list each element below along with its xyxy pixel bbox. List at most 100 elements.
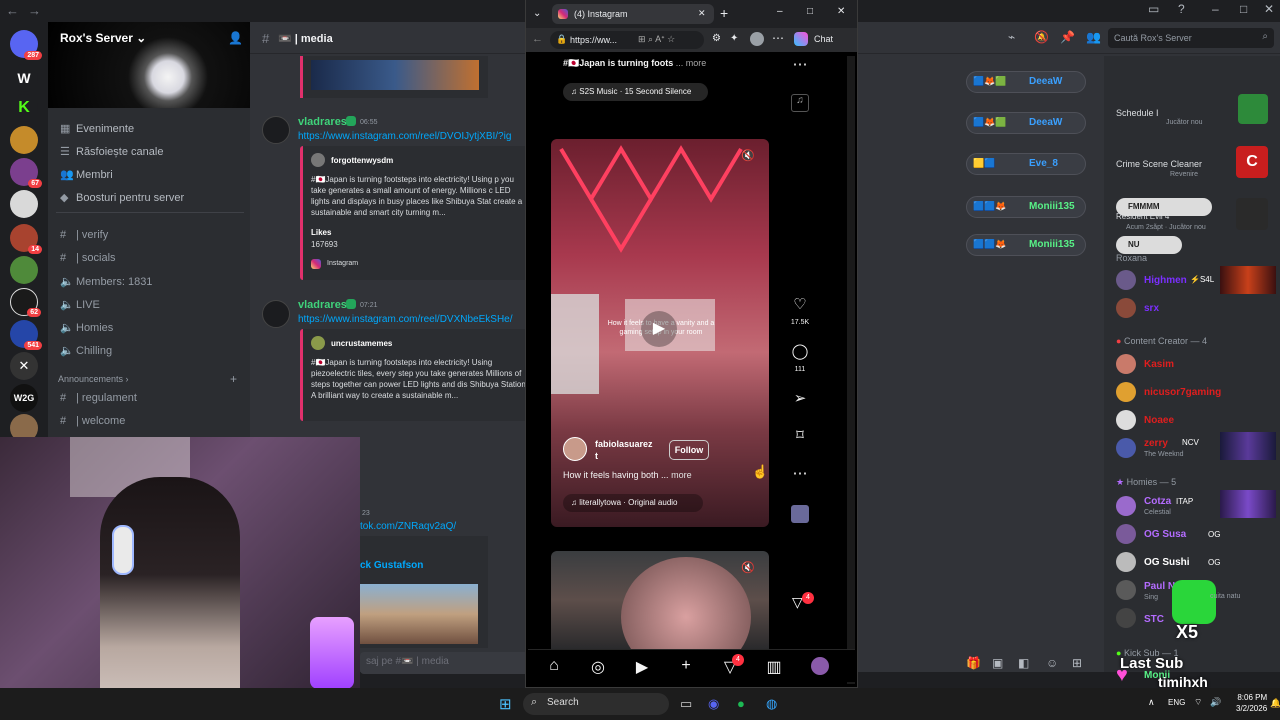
language-indicator[interactable]: ENG <box>1168 698 1185 707</box>
avatar[interactable] <box>1116 608 1136 628</box>
explore-icon[interactable]: ◎ <box>587 657 609 677</box>
add-channel-icon[interactable]: + <box>230 372 237 386</box>
new-tab-icon[interactable]: + <box>720 5 728 21</box>
avatar[interactable] <box>1116 580 1136 600</box>
audio-chip[interactable]: ♫ S2S Music · 15 Second Silence <box>563 83 708 101</box>
menu-members[interactable]: 👥 Membri <box>60 168 113 181</box>
discord-home-icon[interactable]: 287 <box>10 30 42 60</box>
avatar[interactable] <box>1116 552 1136 572</box>
member-name[interactable]: OG Susa <box>1144 529 1186 540</box>
embed-title[interactable]: ck Gustafson <box>360 560 423 571</box>
follow-button[interactable]: Follow <box>669 440 709 460</box>
reel-video-next[interactable]: 🔇 <box>551 551 769 649</box>
member-name[interactable]: Highmen <box>1144 275 1187 286</box>
member-name[interactable]: OG Sushi <box>1144 557 1190 568</box>
reel-username[interactable]: fabiolasuarez <box>595 439 653 449</box>
pin-icon[interactable]: 📌 <box>1060 30 1075 44</box>
member-list-icon[interactable]: 👥 <box>1086 30 1101 44</box>
server-icon-w2g[interactable]: W2G <box>10 384 38 412</box>
profile-avatar[interactable] <box>811 657 829 675</box>
file-explorer-icon[interactable]: ▭ <box>680 696 692 712</box>
create-icon[interactable]: + <box>675 657 697 675</box>
stats-icon[interactable]: ▥ <box>763 657 785 677</box>
avatar[interactable] <box>563 437 587 461</box>
forward-icon[interactable]: → <box>28 3 41 18</box>
embed-author[interactable]: uncrustamemes <box>331 339 392 348</box>
message-author[interactable]: vladrares <box>298 299 347 311</box>
avatar[interactable] <box>1116 354 1136 374</box>
mute-icon[interactable]: 🔕 <box>1034 30 1049 44</box>
message-link[interactable]: https://www.instagram.com/reel/DVOIJytjX… <box>298 131 526 142</box>
spotify-icon[interactable]: ● <box>737 696 745 711</box>
avatar[interactable] <box>1116 438 1136 458</box>
server-icon[interactable] <box>10 126 38 154</box>
embed-author[interactable]: forgottenwysdm <box>331 156 393 165</box>
menu-browse-channels[interactable]: ☰ Răsfoiește canale <box>60 145 163 158</box>
close-icon[interactable]: ✕ <box>837 6 845 17</box>
minimize-icon[interactable]: – <box>777 6 783 17</box>
server-icon[interactable]: 541 <box>10 320 42 350</box>
voice-user-pill[interactable]: 🟦🟦🦊 Moniii135 <box>966 196 1086 218</box>
avatar[interactable] <box>1116 298 1136 318</box>
voice-user-pill[interactable]: 🟦🦊🟩 DeeaW <box>966 112 1086 134</box>
server-icon[interactable]: 62 <box>10 288 41 317</box>
edge-icon[interactable]: ◍ <box>766 696 777 712</box>
avatar[interactable] <box>1116 410 1136 430</box>
clock[interactable]: 8:06 PM 3/2/2026 <box>1236 692 1267 714</box>
address-bar[interactable]: 🔒 https://ww... ⊞ ⌕ Aᐩ ☆ <box>550 31 704 49</box>
notifications-button[interactable]: ▽ 4 <box>790 592 814 614</box>
wifi-icon[interactable]: ⌔ <box>1194 697 1202 708</box>
server-icon[interactable]: 67 <box>10 158 42 188</box>
channel-homies[interactable]: 🔈 Homies <box>60 321 113 334</box>
notification-icon[interactable]: 🔔 <box>1270 698 1280 709</box>
voice-user-pill[interactable]: 🟦🟦🦊 Moniii135 <box>966 234 1086 256</box>
audio-thumb-icon[interactable]: ♫ <box>791 94 809 112</box>
add-member-icon[interactable]: 👤 <box>228 31 243 45</box>
message-link[interactable]: https://www.instagram.com/reel/DVXNbeEkS… <box>298 314 526 325</box>
tray-chevron-icon[interactable]: ∧ <box>1148 697 1155 708</box>
copilot-extension-icon[interactable]: ✦ <box>730 33 738 44</box>
server-icon-x[interactable]: ✕ <box>10 352 38 380</box>
tab-close-icon[interactable]: ✕ <box>698 8 706 19</box>
emoji-icon[interactable]: ☺ <box>1046 656 1058 670</box>
avatar[interactable] <box>1116 496 1136 516</box>
reel-video[interactable]: How it feels to have a vanity and a gami… <box>551 139 769 527</box>
profile-icon[interactable] <box>750 32 764 46</box>
member-name[interactable]: nicusor7gaming <box>1144 387 1221 398</box>
voice-user-pill[interactable]: 🟨🟦 Eve_8 <box>966 153 1086 175</box>
discord-taskbar-icon[interactable]: ◉ <box>708 696 719 712</box>
avatar[interactable] <box>262 116 290 144</box>
back-icon[interactable]: ← <box>6 3 19 18</box>
back-icon[interactable]: ← <box>532 33 543 45</box>
category-announcements[interactable]: Announcements › <box>58 374 129 384</box>
copilot-icon[interactable] <box>794 32 808 46</box>
close-icon[interactable]: ✕ <box>1264 2 1274 16</box>
chat-button[interactable]: Chat <box>814 34 833 44</box>
extension-icons[interactable]: ⊞ ⌕ Aᐩ ☆ <box>638 34 675 45</box>
channel-welcome[interactable]: # | welcome <box>60 415 125 427</box>
maximize-icon[interactable]: □ <box>807 6 813 17</box>
save-icon[interactable]: ⌑ <box>789 426 811 444</box>
member-name[interactable]: Cotza <box>1144 496 1171 507</box>
audio-chip[interactable]: ♫ literallytowa · Original audio <box>563 494 703 512</box>
comment-icon[interactable]: ◯ <box>789 342 811 360</box>
maximize-icon[interactable]: □ <box>1240 2 1247 16</box>
avatar[interactable] <box>1116 270 1136 290</box>
tab-list-icon[interactable]: ⌄ <box>533 8 541 19</box>
channel-chilling[interactable]: 🔈 Chilling <box>60 344 112 357</box>
mute-icon[interactable]: 🔇 <box>741 561 755 574</box>
taskbar-search[interactable]: ⌕ Search <box>523 693 669 715</box>
like-icon[interactable]: ♡ <box>789 295 811 313</box>
search-input[interactable]: Caută Rox's Server ⌕ <box>1108 28 1274 48</box>
inbox-icon[interactable]: ▭ <box>1148 2 1159 16</box>
menu-boosts[interactable]: ◆ Boosturi pentru server <box>60 191 184 204</box>
channel-live[interactable]: 🔈 LIVE <box>60 298 100 311</box>
voice-user-pill[interactable]: 🟦🦊🟩 DeeaW <box>966 71 1086 93</box>
sticker-icon[interactable]: ◧ <box>1018 656 1029 670</box>
server-icon[interactable] <box>10 256 38 284</box>
audio-thumb-icon[interactable] <box>791 505 809 523</box>
channel-socials[interactable]: # | socials <box>60 252 116 264</box>
gift-icon[interactable]: 🎁 <box>966 656 981 670</box>
reels-icon[interactable]: ▶ <box>631 657 653 677</box>
server-name-header[interactable]: Rox's Server ⌄ <box>60 31 146 45</box>
